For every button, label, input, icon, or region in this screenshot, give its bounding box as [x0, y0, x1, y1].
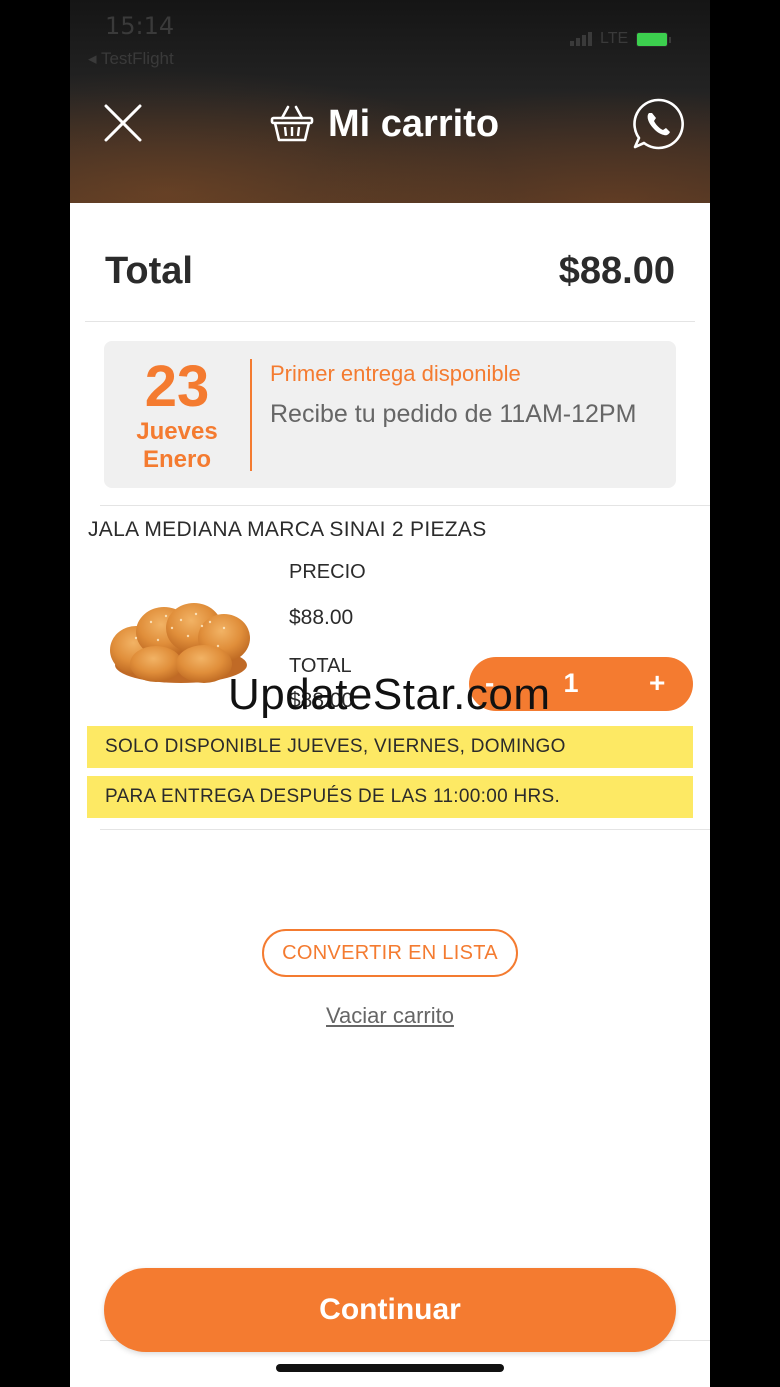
convert-to-list-button[interactable]: CONVERTIR EN LISTA: [262, 929, 518, 977]
delivery-card[interactable]: 23 Jueves Enero Primer entrega disponibl…: [104, 341, 676, 488]
basket-icon: [270, 105, 314, 142]
close-icon: [104, 104, 142, 142]
battery-icon: [636, 31, 672, 47]
clear-cart-row: Vaciar carrito: [70, 1003, 710, 1029]
network-type: LTE: [600, 30, 629, 47]
delivery-day: 23: [144, 354, 210, 419]
divider: [100, 829, 710, 830]
divider: [85, 321, 695, 322]
cart-screen: 15:14 ◂ TestFlight LTE Mi carrito Total …: [70, 0, 710, 1387]
delivery-heading: Primer entrega disponible: [270, 361, 521, 386]
watermark: UpdateStar.com: [228, 670, 551, 719]
close-button[interactable]: [100, 100, 146, 146]
page-title: Mi carrito: [328, 102, 500, 145]
delivery-month: Enero: [142, 446, 211, 473]
divider: [100, 505, 710, 506]
home-indicator[interactable]: [276, 1364, 504, 1372]
signal-icon: [570, 32, 592, 46]
delivery-divider: [250, 359, 252, 471]
product-price: $88.00: [289, 606, 354, 629]
status-time: 15:14: [105, 12, 175, 40]
product-name: JALA MEDIANA MARCA SINAI 2 PIEZAS: [88, 518, 487, 541]
delivery-weekday: Jueves: [136, 418, 218, 445]
availability-notice: SOLO DISPONIBLE JUEVES, VIERNES, DOMINGO: [87, 726, 693, 768]
delivery-window: Recibe tu pedido de 11AM-12PM: [270, 400, 637, 428]
total-value: $88.00: [558, 250, 675, 292]
cart-total-row: Total $88.00: [105, 250, 675, 293]
continue-button[interactable]: Continuar: [104, 1268, 676, 1352]
header-title-group: Mi carrito: [270, 96, 499, 152]
back-to-testflight-link[interactable]: ◂ TestFlight: [88, 49, 174, 69]
whatsapp-button[interactable]: [630, 96, 686, 152]
status-indicators: LTE: [570, 30, 672, 48]
clear-cart-link[interactable]: Vaciar carrito: [326, 1003, 454, 1028]
increase-quantity-button[interactable]: +: [649, 667, 665, 699]
delivery-time-notice: PARA ENTREGA DESPUÉS DE LAS 11:00:00 HRS…: [87, 776, 693, 818]
header: 15:14 ◂ TestFlight LTE Mi carrito: [70, 0, 710, 203]
price-label: PRECIO: [289, 561, 366, 583]
total-label: Total: [105, 250, 193, 292]
whatsapp-icon: [633, 98, 684, 150]
quantity-value: 1: [563, 668, 579, 698]
